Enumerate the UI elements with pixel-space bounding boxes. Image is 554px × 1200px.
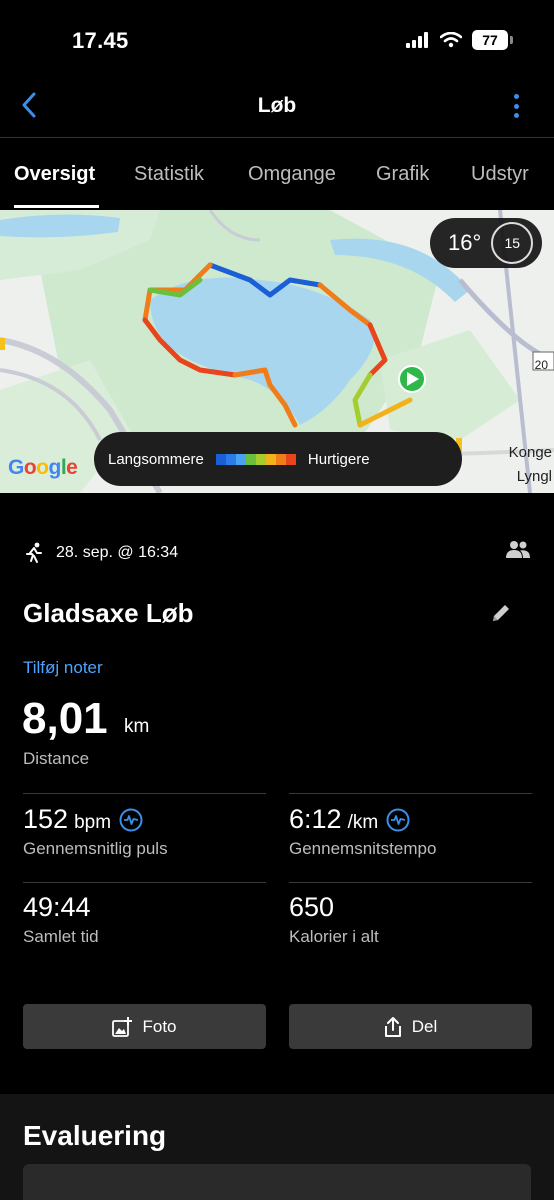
pace-color-swatch: [285, 453, 296, 465]
divider: [289, 793, 532, 794]
header: Løb: [0, 80, 554, 138]
status-icons: 77: [406, 30, 513, 50]
weather-badge: 16° 15: [430, 218, 542, 268]
share-icon: [384, 1016, 401, 1037]
tab-grafik[interactable]: Grafik: [376, 163, 429, 186]
map-place-label: Konge: [508, 444, 552, 461]
heart-rate-icon[interactable]: [386, 808, 410, 832]
wifi-icon: [440, 32, 462, 48]
pace-color-swatch: [215, 453, 226, 465]
page-title: Løb: [257, 94, 297, 117]
divider: [289, 882, 532, 883]
evaluation-card[interactable]: [23, 1164, 531, 1200]
pace-legend: Langsommere Hurtigere: [94, 432, 462, 486]
stat-value: 6:12: [289, 804, 342, 834]
running-icon: [26, 542, 42, 563]
wind-icon: 15: [491, 222, 534, 264]
evaluation-section: Evaluering: [0, 1094, 554, 1200]
stat-label: Gennemsnitstempo: [289, 839, 437, 858]
route-map[interactable]: 20 Konge Lyngl 16° 15 Google Langsommere…: [0, 210, 554, 493]
wind-speed-value: 15: [504, 235, 521, 251]
pace-color-scale: [215, 453, 296, 465]
stat-label: Gennemsnitlig puls: [23, 839, 168, 858]
distance-value: 8,01: [22, 694, 108, 743]
more-dots-icon: [513, 94, 519, 99]
stat-avg-pace: 6:12 /km Gennemsnitstempo: [289, 804, 436, 859]
tab-udstyr[interactable]: Udstyr: [471, 163, 529, 186]
stat-value: 650: [289, 892, 335, 922]
battery-icon: 77: [472, 30, 513, 50]
status-time: 17.45: [72, 28, 129, 53]
pace-color-swatch: [235, 453, 246, 465]
pace-color-swatch: [275, 453, 286, 465]
distance-label: Distance: [23, 749, 90, 768]
stat-value: 49:44: [23, 892, 91, 922]
signal-icon: [406, 32, 428, 48]
stat-value: 152: [23, 804, 69, 834]
activity-date: 28. sep. @ 16:34: [56, 544, 179, 561]
pace-color-swatch: [255, 453, 266, 465]
stat-unit: /km: [347, 812, 379, 833]
divider: [23, 882, 266, 883]
share-label: Del: [411, 1016, 438, 1036]
divider: [23, 793, 266, 794]
map-place-label: Lyngl: [516, 468, 552, 485]
more-dot: [513, 103, 519, 109]
status-bar: 17.45 77: [0, 0, 554, 80]
pace-color-swatch: [265, 453, 276, 465]
more-dot: [513, 113, 519, 118]
people-icon[interactable]: [506, 540, 530, 558]
legend-slow-label: Langsommere: [108, 450, 204, 468]
road-number-label: 20: [534, 358, 548, 372]
activity-meta-row: 28. sep. @ 16:34: [24, 538, 530, 568]
more-menu-button[interactable]: [504, 92, 528, 120]
pace-color-swatch: [225, 453, 236, 465]
legend-fast-label: Hurtigere: [307, 450, 370, 468]
stat-total-time: 49:44 Samlet tid: [23, 892, 99, 947]
tab-omgange[interactable]: Omgange: [248, 163, 336, 186]
pencil-icon[interactable]: [490, 602, 512, 624]
stat-avg-heart-rate: 152 bpm Gennemsnitlig puls: [23, 804, 168, 859]
add-photo-icon: [112, 1016, 133, 1037]
add-notes-link[interactable]: Tilføj noter: [23, 658, 103, 678]
heart-rate-icon[interactable]: [119, 808, 143, 832]
evaluation-title: Evaluering: [23, 1120, 167, 1151]
pace-color-swatch: [245, 453, 256, 465]
activity-title: Gladsaxe Løb: [23, 598, 194, 628]
stat-total-calories: 650 Kalorier i alt: [289, 892, 379, 947]
add-photo-button[interactable]: Foto: [23, 1004, 266, 1049]
google-logo: Google: [8, 456, 78, 479]
stat-label: Samlet tid: [23, 927, 99, 946]
tab-statistik[interactable]: Statistik: [134, 163, 204, 186]
temperature-value: 16°: [448, 230, 482, 255]
share-button[interactable]: Del: [289, 1004, 532, 1049]
stat-label: Kalorier i alt: [289, 927, 379, 946]
stat-unit: bpm: [74, 812, 112, 833]
distance-unit: km: [124, 716, 150, 737]
add-photo-label: Foto: [142, 1016, 177, 1036]
tab-oversigt[interactable]: Oversigt: [14, 163, 95, 186]
tab-bar: Oversigt Statistik Omgange Grafik Udstyr: [0, 139, 554, 210]
active-tab-indicator: [14, 205, 99, 208]
